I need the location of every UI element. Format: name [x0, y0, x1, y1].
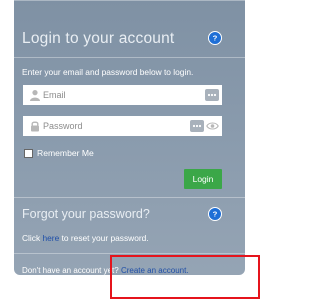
- login-button[interactable]: Login: [184, 169, 222, 189]
- remember-checkbox[interactable]: [24, 149, 33, 158]
- mid-divider: [14, 197, 245, 198]
- reset-text: Click here to reset your password.: [22, 233, 149, 243]
- password-field[interactable]: [23, 116, 222, 136]
- help-icon[interactable]: ?: [208, 31, 222, 45]
- title-divider: [14, 57, 245, 58]
- email-input[interactable]: [43, 86, 193, 103]
- email-field[interactable]: [23, 85, 222, 105]
- top-divider: [14, 0, 245, 1]
- reset-here-link[interactable]: here: [42, 233, 59, 243]
- highlight-box: [110, 255, 260, 299]
- password-input[interactable]: [43, 117, 193, 134]
- user-icon: [30, 90, 40, 101]
- login-panel: Login to your account ? Enter your email…: [14, 0, 245, 275]
- reset-text-after: to reset your password.: [59, 233, 149, 243]
- svg-text:?: ?: [213, 34, 218, 43]
- login-subtitle: Enter your email and password below to l…: [22, 67, 194, 77]
- eye-icon[interactable]: [206, 121, 219, 131]
- dots-menu-icon[interactable]: [190, 120, 204, 132]
- reset-text-before: Click: [22, 233, 43, 243]
- svg-text:?: ?: [213, 210, 218, 219]
- login-title: Login to your account: [22, 30, 175, 47]
- help-icon[interactable]: ?: [208, 207, 222, 221]
- signup-prompt: Don't have an account yet?: [22, 266, 121, 275]
- forgot-title: Forgot your password?: [22, 207, 150, 221]
- bottom-divider: [14, 253, 245, 254]
- dots-menu-icon[interactable]: [205, 89, 219, 101]
- remember-label: Remember Me: [37, 148, 94, 158]
- lock-icon: [31, 121, 39, 132]
